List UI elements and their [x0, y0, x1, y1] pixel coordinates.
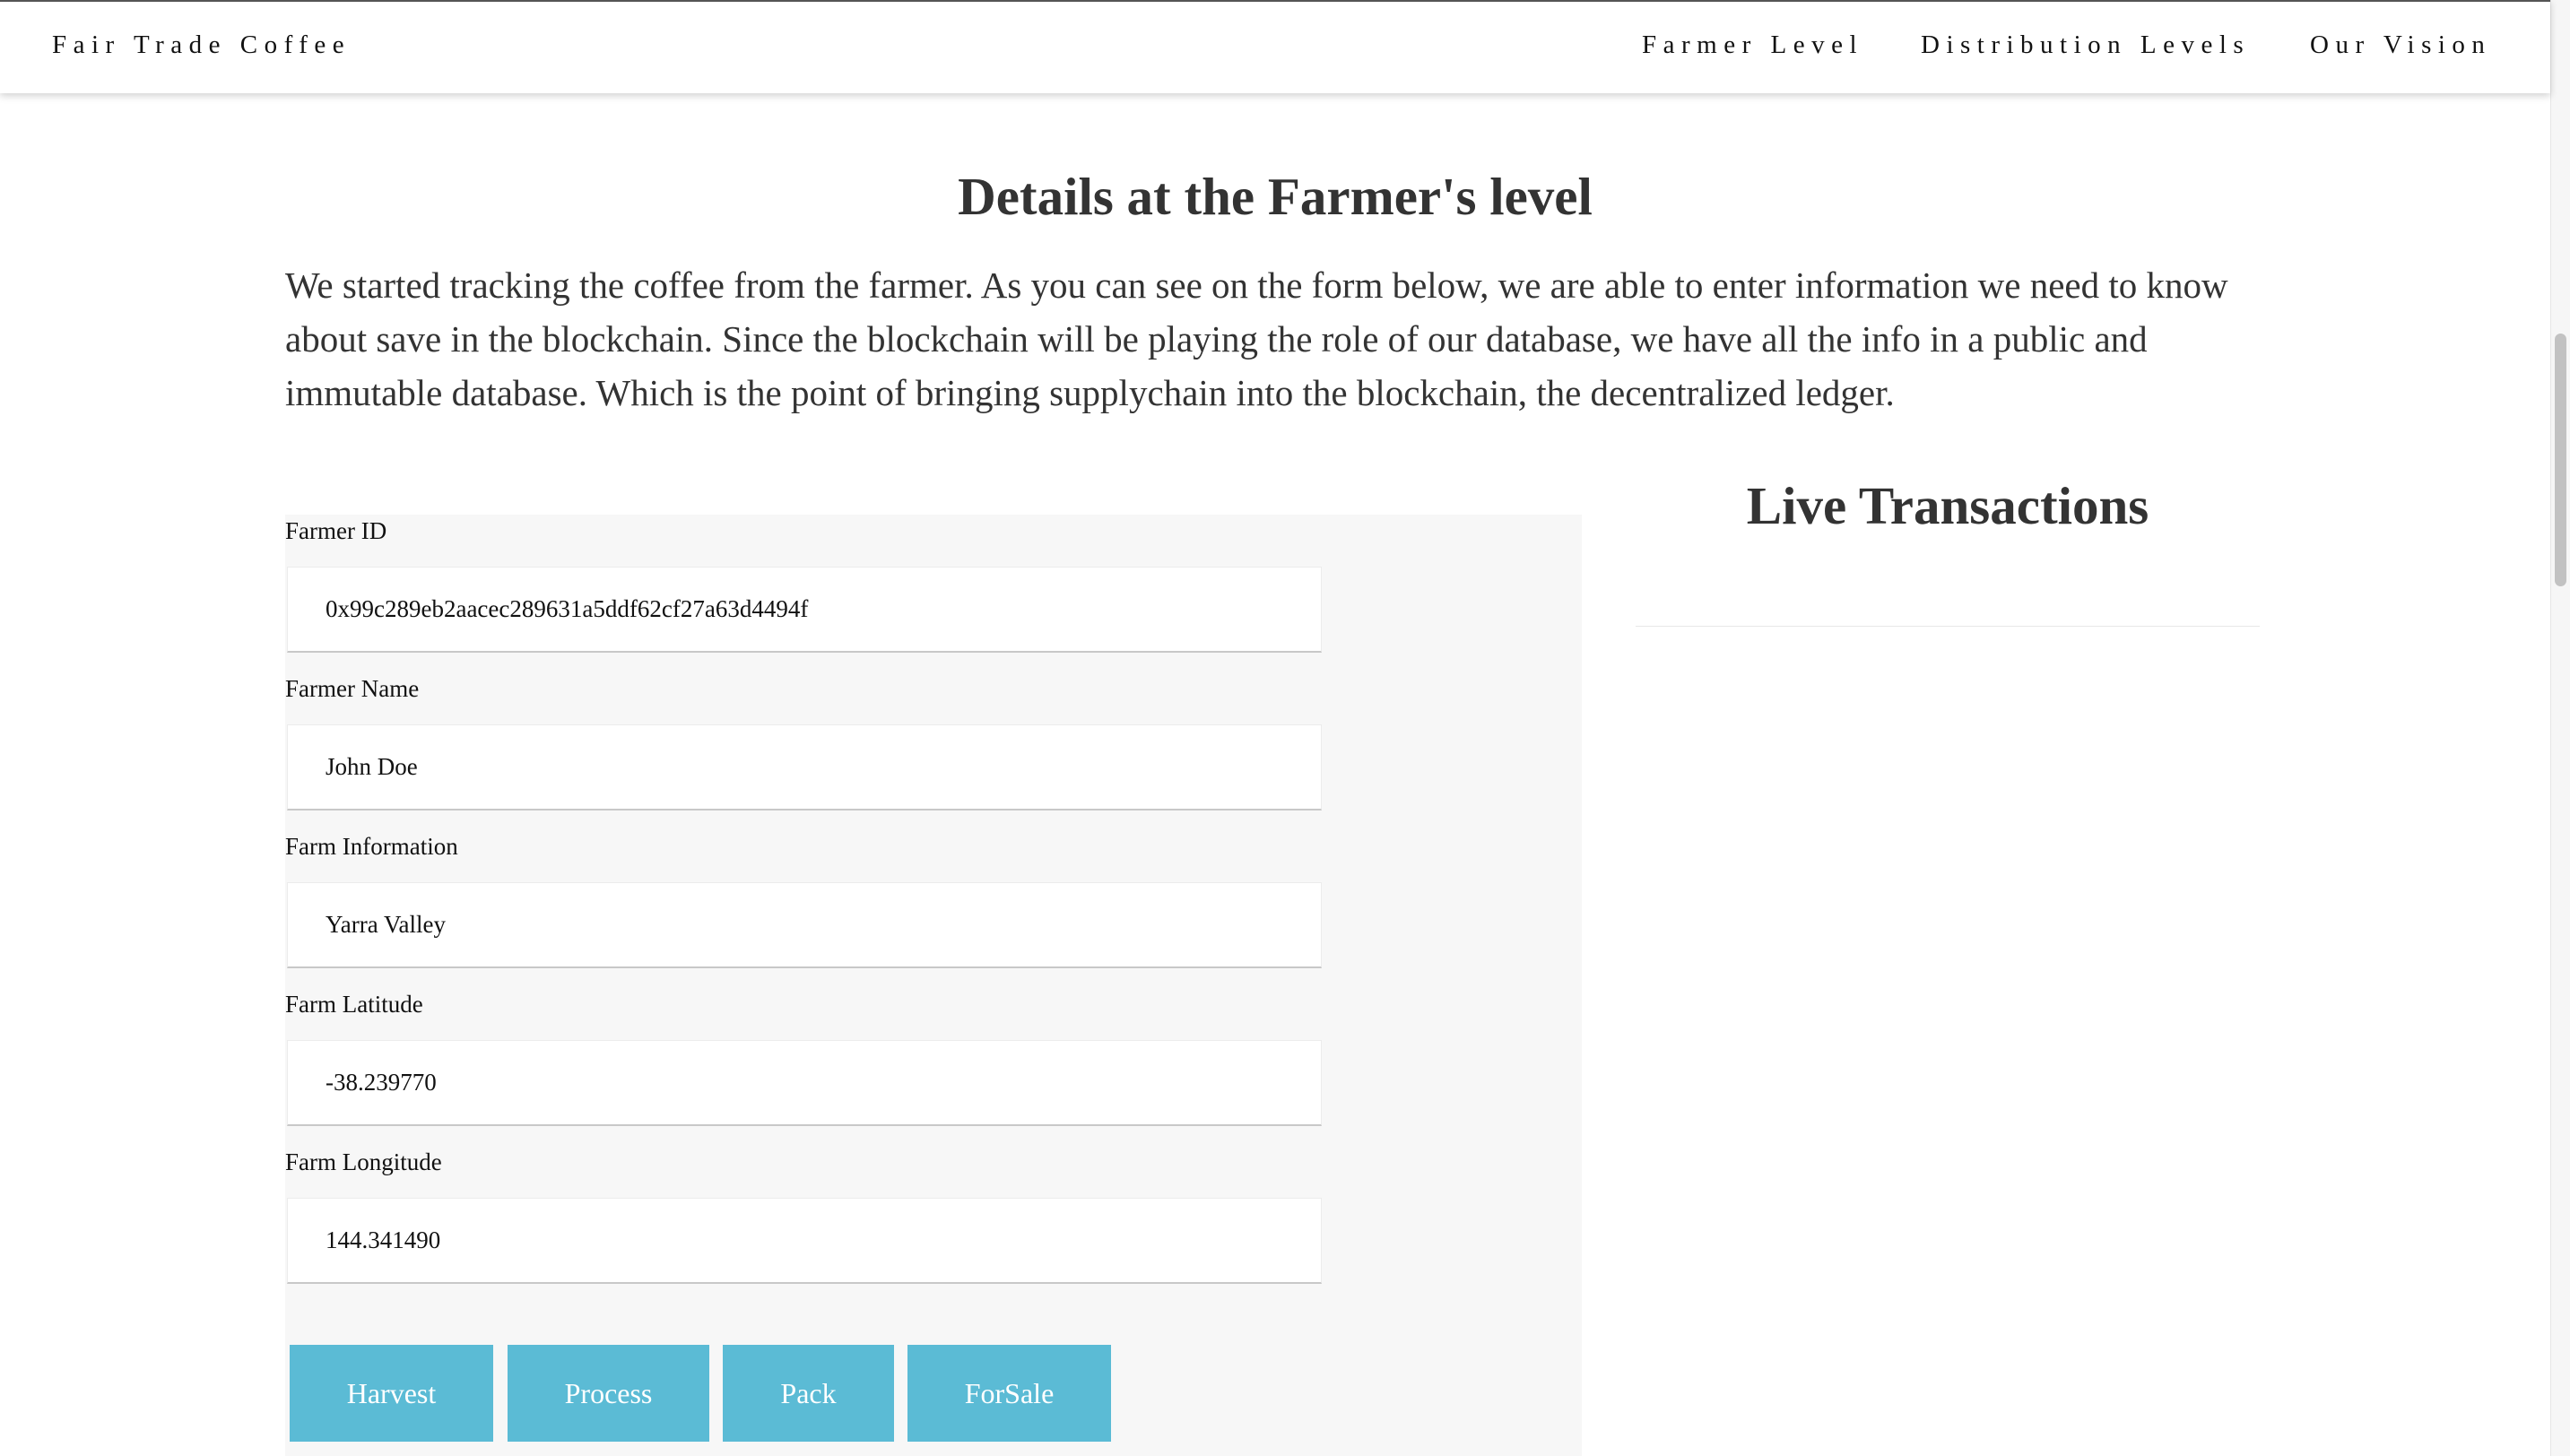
intro-paragraph: We started tracking the coffee from the … — [285, 264, 2228, 413]
farmer-name-label: Farmer Name — [285, 675, 420, 702]
nav-link-farmer-level[interactable]: Farmer Level — [1642, 30, 1863, 60]
brand-logo-text[interactable]: Fair Trade Coffee — [52, 30, 351, 60]
farmer-form-panel — [285, 515, 1582, 1456]
farmer-id-input[interactable] — [287, 567, 1322, 653]
farm-longitude-label: Farm Longitude — [285, 1148, 442, 1175]
farm-latitude-input[interactable] — [287, 1040, 1322, 1126]
harvest-button[interactable]: Harvest — [290, 1345, 493, 1442]
page-scrollbar[interactable] — [2550, 0, 2570, 1456]
page: Fair Trade Coffee Farmer Level Distribut… — [0, 0, 2570, 1456]
page-title: Details at the Farmer's level — [958, 167, 1593, 226]
farmer-name-input[interactable] — [287, 724, 1322, 810]
top-navbar: Fair Trade Coffee Farmer Level Distribut… — [0, 0, 2550, 93]
live-transactions-title: Live Transactions — [1746, 476, 2149, 535]
forsale-button[interactable]: ForSale — [907, 1345, 1111, 1442]
nav-link-distribution-levels[interactable]: Distribution Levels — [1921, 30, 2250, 60]
process-button[interactable]: Process — [508, 1345, 709, 1442]
nav-link-our-vision[interactable]: Our Vision — [2310, 30, 2491, 60]
scrollbar-thumb[interactable] — [2555, 334, 2566, 586]
farmer-id-label: Farmer ID — [285, 517, 387, 544]
live-transactions-divider — [1636, 626, 2260, 627]
farm-information-input[interactable] — [287, 882, 1322, 968]
farm-information-label: Farm Information — [285, 833, 458, 860]
pack-button[interactable]: Pack — [723, 1345, 894, 1442]
farm-latitude-label: Farm Latitude — [285, 991, 423, 1018]
farm-longitude-input[interactable] — [287, 1198, 1322, 1284]
